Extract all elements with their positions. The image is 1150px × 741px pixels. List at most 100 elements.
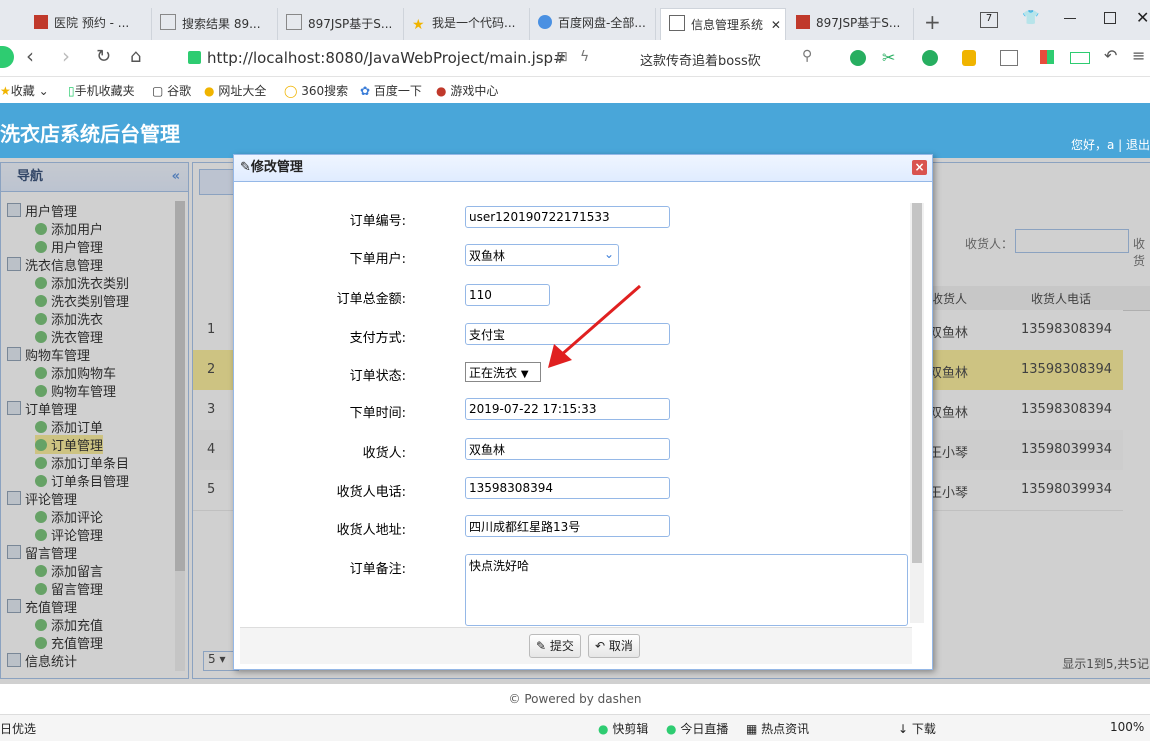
pay-label: 支付方式: (349, 331, 406, 346)
status-bar: 日优选 ● 快剪辑 ● 今日直播 ▦ 热点资讯 ↓ 下载 100% (0, 714, 1150, 741)
page-icon (286, 14, 302, 30)
tab-label: 我是一个代码... (432, 16, 516, 30)
bookmark-item[interactable]: ✿ 百度一下 (360, 82, 422, 99)
battery-icon[interactable] (1070, 52, 1090, 64)
search-suggestion[interactable]: 这款传奇追着boss砍 (640, 50, 761, 69)
dialog-title: 修改管理 (250, 160, 303, 175)
menu-icon[interactable]: ≡ (1132, 46, 1145, 65)
app-title: 洗衣店系统后台管理 (0, 122, 180, 146)
status-label: 快剪辑 (612, 722, 649, 736)
browser-tab[interactable]: 搜索结果 89... (152, 8, 278, 40)
address-input[interactable] (465, 515, 670, 537)
status-item[interactable]: ↓ 下载 (898, 720, 936, 737)
play-icon: ● (598, 722, 609, 736)
amount-label: 订单总金额: (336, 292, 406, 307)
scissors-icon[interactable]: ✂ (882, 48, 895, 67)
order-no-input[interactable] (465, 206, 670, 228)
status-left[interactable]: 日优选 (0, 720, 36, 737)
tab-label: 信息管理系统 (691, 18, 764, 32)
lightning-icon[interactable]: ϟ (580, 49, 589, 65)
skin-icon[interactable]: 👕 (1022, 10, 1039, 26)
back-icon[interactable]: ‹ (26, 44, 34, 68)
browser-tab[interactable]: 897JSP基于S... (278, 8, 404, 40)
status-item[interactable]: ▦ 热点资讯 (746, 720, 809, 737)
shield-icon[interactable] (962, 50, 976, 66)
bookmark-label: 游戏中心 (450, 84, 499, 98)
favicon-icon (796, 15, 810, 29)
new-tab-button[interactable]: + (924, 10, 941, 34)
page-footer: © Powered by dashen (508, 692, 642, 706)
browser-toolbar: ‹ › ↻ ⌂ http://localhost:8080/JavaWebPro… (0, 40, 1150, 77)
bookmark-item[interactable]: ◯ 360搜索 (284, 82, 348, 99)
translate-icon[interactable] (922, 50, 938, 66)
globe-icon: ● (204, 84, 215, 98)
browser-tab[interactable]: 897JSP基于S... (788, 8, 914, 40)
extension-icon[interactable] (850, 50, 866, 66)
browser-tab[interactable]: 百度网盘-全部... (530, 8, 656, 40)
bookmark-label: 网址大全 (218, 84, 267, 98)
bookmark-item[interactable]: ● 网址大全 (204, 82, 266, 99)
search-icon[interactable]: ⚲ (802, 48, 812, 64)
zoom-level[interactable]: 100% (1110, 720, 1144, 734)
tab-count-icon[interactable]: 7 (980, 12, 998, 28)
user-select-value: 双鱼林 (469, 249, 506, 263)
browser-tab[interactable]: ★ 我是一个代码... (404, 8, 530, 40)
submit-button[interactable]: ✎ 提交 (529, 634, 581, 658)
bookmark-item[interactable]: ▯手机收藏夹 (68, 82, 135, 99)
receiver-input[interactable] (465, 438, 670, 460)
app-grid-icon[interactable] (1040, 50, 1054, 64)
status-item[interactable]: ● 今日直播 (666, 720, 728, 737)
bookmark-item[interactable]: ▢ 谷歌 (152, 82, 191, 99)
dialog-footer: ✎ 提交 ↶ 取消 (240, 627, 912, 664)
tab-label: 897JSP基于S... (816, 16, 901, 30)
cancel-button[interactable]: ↶ 取消 (588, 634, 640, 658)
address-bar[interactable]: http://localhost:8080/JavaWebProject/mai… (207, 49, 566, 67)
page-icon (669, 15, 685, 31)
status-item[interactable]: ● 快剪辑 (598, 720, 648, 737)
phone-icon: ▯ (68, 84, 75, 98)
close-window-icon[interactable]: ✕ (1136, 8, 1149, 27)
status-select-value: 正在洗衣 (469, 366, 518, 380)
close-tab-icon[interactable]: ✕ (771, 18, 781, 32)
bookmarks-bar: ★收藏 ⌄ ▯手机收藏夹 ▢ 谷歌 ● 网址大全 ◯ 360搜索 ✿ 百度一下 … (0, 77, 1150, 104)
minimize-icon[interactable] (1064, 18, 1076, 19)
phone-input[interactable] (465, 477, 670, 499)
game-icon[interactable] (1000, 50, 1018, 66)
app-header: 洗衣店系统后台管理 您好，a | 退出 (0, 103, 1150, 158)
user-greeting[interactable]: 您好，a | 退出 (1071, 136, 1150, 153)
cloud-icon (538, 15, 552, 29)
scrollbar-thumb[interactable] (912, 203, 922, 563)
reload-icon[interactable]: ↻ (96, 46, 111, 67)
close-icon[interactable]: × (912, 160, 927, 175)
game-icon: ● (436, 84, 447, 98)
maximize-icon[interactable] (1104, 12, 1116, 24)
edit-dialog: ✎修改管理 × 订单编号: 下单用户: 双鱼林⌄ 订单总金额: 支付方式: 订单… (233, 154, 933, 670)
page-icon: ▢ (152, 84, 164, 98)
browser-tab-active[interactable]: 信息管理系统 ✕ (660, 8, 786, 40)
time-input[interactable] (465, 398, 670, 420)
bookmark-favorites[interactable]: ★收藏 ⌄ (0, 82, 49, 99)
bookmark-label: 手机收藏夹 (74, 84, 135, 98)
secure-icon (188, 51, 201, 64)
memo-textarea[interactable]: 快点洗好哈 (465, 554, 908, 626)
apps-icon[interactable]: ⊞ (556, 49, 568, 65)
bookmark-label: 收藏 (10, 84, 35, 98)
tab-label: 医院 预约 - ... (54, 16, 130, 30)
memo-label: 订单备注: (349, 562, 406, 577)
browser-tab[interactable]: 医院 预约 - ... (26, 8, 152, 40)
submit-label: 提交 (549, 639, 574, 653)
tab-label: 百度网盘-全部... (558, 16, 646, 30)
undo-icon: ↶ (595, 639, 606, 653)
undo-icon[interactable]: ↶ (1104, 46, 1117, 65)
bookmark-item[interactable]: ● 游戏中心 (436, 82, 498, 99)
user-select[interactable]: 双鱼林 ⌄ (465, 244, 619, 266)
cancel-label: 取消 (608, 639, 633, 653)
forward-icon[interactable]: › (62, 44, 70, 68)
home-icon[interactable]: ⌂ (130, 46, 141, 67)
dialog-scrollbar[interactable] (910, 203, 924, 623)
download-icon: ↓ (898, 722, 909, 736)
status-label: 今日直播 (680, 722, 729, 736)
status-select[interactable]: 正在洗衣 ▼ (465, 362, 541, 382)
browser-tab-bar: 医院 预约 - ... 搜索结果 89... 897JSP基于S... ★ 我是一… (0, 0, 1150, 41)
amount-input[interactable] (465, 284, 550, 306)
